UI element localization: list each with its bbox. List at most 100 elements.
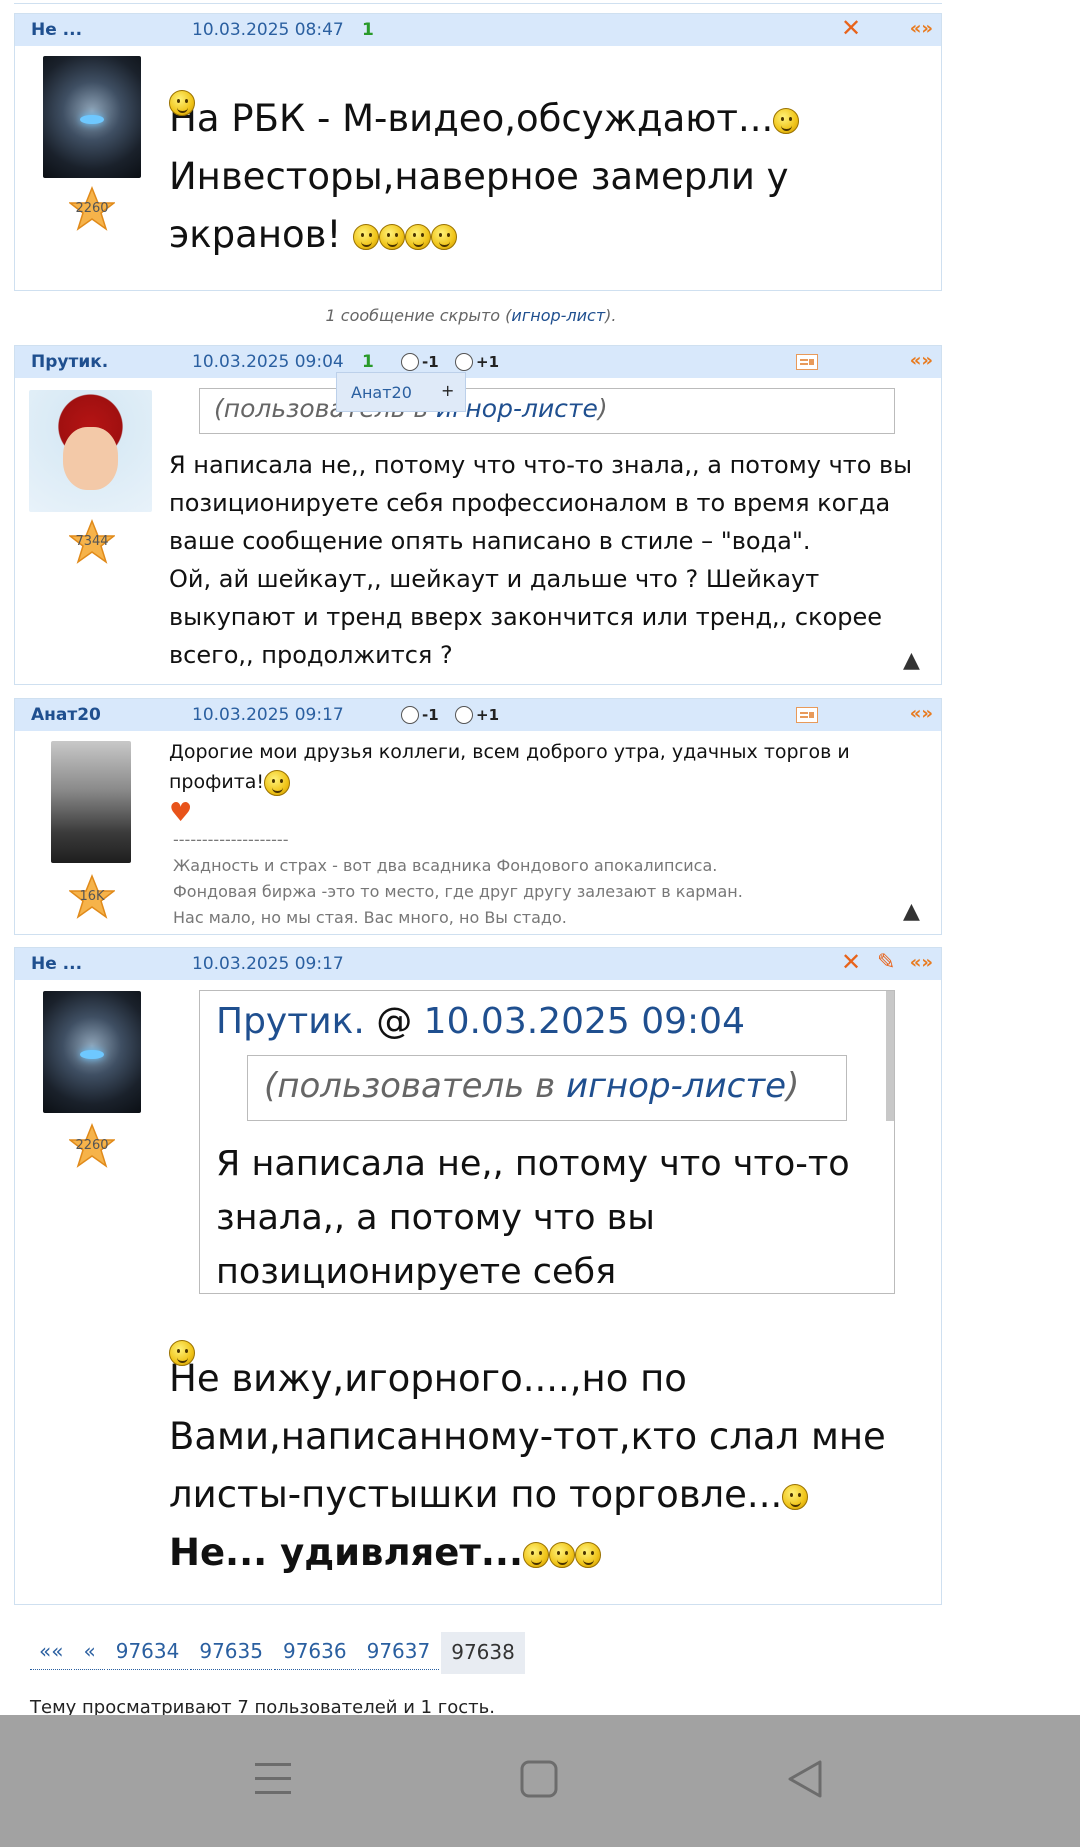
avatar[interactable] (29, 390, 152, 512)
text-line: Вами,написанному-тот,кто слал мне (169, 1415, 886, 1458)
post-date[interactable]: 10.03.2025 08:47 (192, 20, 344, 40)
text-line: позиционируете себя (216, 1252, 617, 1292)
ignore-list-link[interactable]: игнор-лист (511, 306, 605, 325)
rank-value: 2260 (75, 201, 109, 216)
rank-star-icon: 2260 (67, 185, 117, 232)
top-divider (14, 0, 942, 4)
post-3: Анат20 10.03.2025 09:17 -1 +1 «» 16K Дор… (14, 698, 942, 935)
quote-scrollbar[interactable] (886, 991, 894, 1121)
post-author[interactable]: Анат20 (31, 705, 101, 725)
smiley-icon (405, 223, 432, 250)
quote-box: Прутик. @ 10.03.2025 09:04 (пользователь… (199, 990, 895, 1294)
post-1: Не ... 10.03.2025 08:47 1 ✕ «» 2260 На Р… (14, 13, 942, 291)
rank-star-icon: 7344 (67, 518, 117, 565)
text-line: выкупают и тренд вверх закончится или тр… (169, 603, 883, 631)
signature: -------------------- Жадность и страх - … (173, 827, 933, 931)
page-link[interactable]: 97635 (190, 1632, 272, 1670)
vote-minus[interactable]: -1 (401, 353, 439, 371)
smiley-icon (169, 1339, 195, 1366)
post-header: Не ... 10.03.2025 08:47 1 ✕ «» (15, 14, 941, 46)
page-prev[interactable]: « (74, 1632, 105, 1670)
smiley-icon (169, 89, 195, 116)
smiley-icon (523, 1541, 550, 1568)
page-first[interactable]: «« (30, 1632, 73, 1670)
home-icon[interactable] (520, 1759, 558, 1803)
smiley-icon (264, 769, 291, 796)
post-body: Дорогие мои друзья коллеги, всем доброго… (169, 737, 939, 828)
post-body: Не вижу,игорного....,но по Вами,написанн… (169, 1334, 939, 1582)
heart-icon: ♥ (169, 797, 193, 828)
post-header: Анат20 10.03.2025 09:17 -1 +1 «» (15, 699, 941, 731)
quote-button[interactable]: «» (910, 350, 933, 371)
report-warning-icon[interactable]: ▲ (903, 899, 920, 924)
post-rating: 1 (362, 20, 374, 40)
radio-icon[interactable] (455, 706, 473, 724)
smiley-icon (379, 223, 406, 250)
rank-star-icon: 16K (67, 873, 117, 920)
quick-reply-popup[interactable]: Анат20 + (336, 372, 466, 412)
text-line: Ой, ай шейкаут,, шейкаут и дальше что ? … (169, 565, 820, 593)
popup-username[interactable]: Анат20 (351, 383, 412, 402)
signature-line: Фондовая биржа -это то место, где друг д… (173, 882, 743, 901)
quote-author-link[interactable]: Прутик. (216, 1001, 365, 1042)
text-line: знала,, а потому что вы (216, 1198, 655, 1238)
text-line: Не вижу,игорного....,но по (169, 1357, 687, 1400)
vote-plus[interactable]: +1 (455, 353, 499, 371)
popup-plus-button[interactable]: + (441, 381, 454, 400)
close-icon[interactable]: ✕ (841, 948, 861, 976)
quote-button[interactable]: «» (910, 952, 933, 973)
post-header: Прутик. 10.03.2025 09:04 1 -1 +1 «» (15, 346, 941, 378)
ignore-list-link[interactable]: игнор-листе (566, 1066, 786, 1106)
page-link[interactable]: 97636 (273, 1632, 356, 1670)
ignored-quote: (пользователь в игнор-листе) (247, 1055, 847, 1121)
radio-icon[interactable] (401, 706, 419, 724)
pagination: «« « 97634 97635 97636 97637 97638 (30, 1632, 525, 1674)
vote-minus[interactable]: -1 (401, 706, 439, 724)
avatar[interactable] (43, 991, 141, 1113)
rank-value: 2260 (75, 1138, 109, 1153)
page-link[interactable]: 97634 (106, 1632, 189, 1670)
profile-card-icon[interactable] (796, 354, 818, 375)
smiley-icon (773, 107, 800, 134)
text-line: Я написала не,, потому что что-то знала,… (169, 451, 913, 479)
post-header: Не ... 10.03.2025 09:17 ✕ ✎ «» (15, 948, 941, 980)
smiley-icon (431, 223, 458, 250)
post-date[interactable]: 10.03.2025 09:04 (192, 352, 344, 372)
text-line: Я написала не,, потому что что-то (216, 1144, 850, 1184)
smiley-icon (549, 1541, 576, 1568)
text-line: позиционируете себя профессионалом в то … (169, 489, 891, 517)
page-link[interactable]: 97637 (357, 1632, 440, 1670)
post-body: На РБК - М-видео,обсуждают... Инвесторы,… (169, 80, 929, 264)
radio-icon[interactable] (401, 353, 419, 371)
ignored-quote: (пользователь в игнор-листе) (199, 388, 895, 434)
post-date[interactable]: 10.03.2025 09:17 (192, 954, 344, 974)
text-line: Инвесторы,наверное замерли у (169, 155, 789, 198)
post-date[interactable]: 10.03.2025 09:17 (192, 705, 344, 725)
text-line: Дорогие мои друзья коллеги, всем доброго… (169, 737, 939, 797)
vote-plus[interactable]: +1 (455, 706, 499, 724)
post-author[interactable]: Не ... (31, 20, 82, 40)
post-body: Я написала не,, потому что что-то знала,… (169, 446, 939, 674)
post-author[interactable]: Прутик. (31, 352, 108, 372)
system-nav-bar (0, 1715, 1080, 1847)
text-line: всего,, продолжится ? (169, 641, 453, 669)
report-warning-icon[interactable]: ▲ (903, 648, 920, 673)
quote-header: Прутик. @ 10.03.2025 09:04 (216, 1001, 745, 1042)
close-icon[interactable]: ✕ (841, 14, 861, 42)
post-author[interactable]: Не ... (31, 954, 82, 974)
back-icon[interactable] (786, 1759, 824, 1803)
profile-card-icon[interactable] (796, 707, 818, 728)
signature-divider: -------------------- (173, 830, 289, 849)
quote-date-link[interactable]: 10.03.2025 09:04 (424, 1001, 745, 1042)
smiley-icon (575, 1541, 602, 1568)
edit-pencil-icon[interactable]: ✎ (877, 950, 895, 975)
radio-icon[interactable] (455, 353, 473, 371)
quote-button[interactable]: «» (910, 18, 933, 39)
text-line: Не... удивляет... (169, 1524, 939, 1582)
rank-value: 7344 (75, 534, 109, 549)
quote-button[interactable]: «» (910, 703, 933, 724)
smiley-icon (353, 223, 380, 250)
avatar[interactable] (51, 741, 131, 863)
menu-icon[interactable] (254, 1759, 292, 1803)
avatar[interactable] (43, 56, 141, 178)
